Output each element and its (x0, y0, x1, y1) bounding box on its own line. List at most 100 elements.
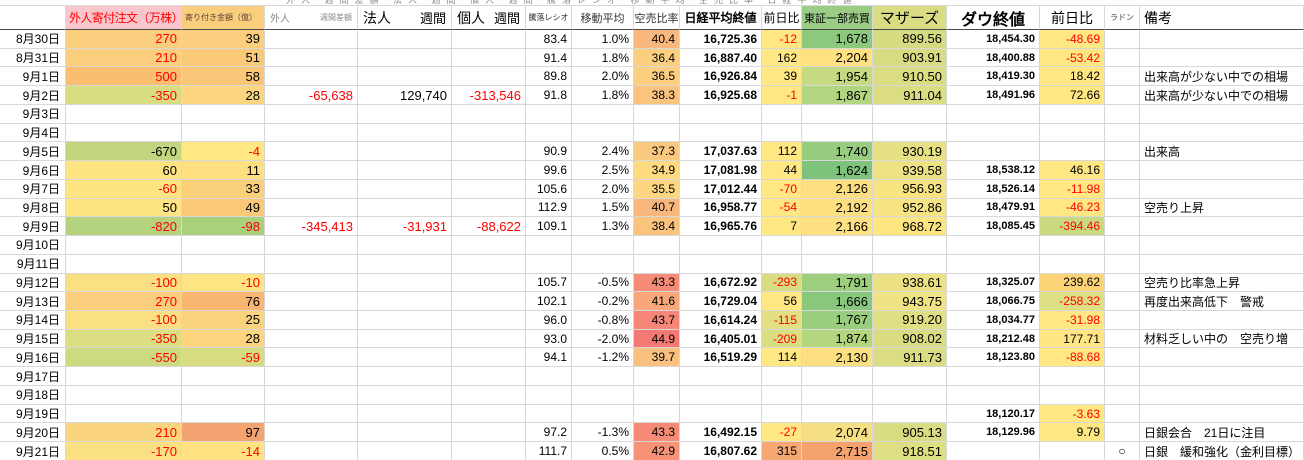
cell-fo[interactable]: 60 (66, 161, 182, 180)
cell-wi[interactable] (452, 30, 526, 49)
cell-fo[interactable] (66, 105, 182, 124)
cell-dchg[interactable]: 239.62 (1040, 274, 1105, 293)
cell-mo[interactable]: 930.19 (873, 142, 947, 161)
cell-wi[interactable] (452, 348, 526, 367)
cell-wf[interactable] (265, 180, 358, 199)
cell-wc[interactable] (358, 142, 452, 161)
cell-dow[interactable]: 18,538.12 (947, 161, 1040, 180)
cell-oa[interactable]: 28 (182, 330, 265, 349)
cell-wf[interactable] (265, 311, 358, 330)
cell-tse[interactable]: 2,166 (802, 217, 873, 236)
cell-radon[interactable] (1105, 199, 1140, 218)
cell-note[interactable] (1140, 161, 1304, 180)
cell-wc[interactable] (358, 30, 452, 49)
cell-sr[interactable] (634, 124, 680, 143)
cell-radon[interactable] (1105, 386, 1140, 405)
cell-note[interactable]: 日銀 緩和強化（金利目標） (1140, 442, 1304, 460)
cell-note[interactable] (1140, 255, 1304, 274)
cell-ratio[interactable]: 109.1 (526, 217, 572, 236)
cell-wc[interactable] (358, 311, 452, 330)
cell-wc[interactable] (358, 367, 452, 386)
cell-wc[interactable] (358, 386, 452, 405)
cell-nk[interactable]: 16,405.01 (680, 330, 762, 349)
cell-note[interactable]: 空売り上昇 (1140, 199, 1304, 218)
header-weekly-foreign[interactable]: 外人 週間差額 (265, 6, 358, 30)
cell-mo[interactable]: 918.51 (873, 442, 947, 460)
cell-note[interactable]: 空売り比率急上昇 (1140, 274, 1304, 293)
cell-wi[interactable] (452, 105, 526, 124)
cell-fo[interactable]: 270 (66, 292, 182, 311)
cell-dow[interactable] (947, 255, 1040, 274)
cell-ma[interactable]: 0.5% (572, 442, 634, 460)
cell-mo[interactable]: 938.61 (873, 274, 947, 293)
cell-ratio[interactable]: 94.1 (526, 348, 572, 367)
cell-sr[interactable] (634, 255, 680, 274)
cell-chg[interactable]: 7 (762, 217, 802, 236)
cell-wc[interactable] (358, 180, 452, 199)
cell-radon[interactable] (1105, 105, 1140, 124)
cell-oa[interactable]: -59 (182, 348, 265, 367)
cell-wf[interactable] (265, 142, 358, 161)
cell-ma[interactable]: -0.2% (572, 292, 634, 311)
cell-mo[interactable] (873, 405, 947, 424)
cell-fo[interactable]: 50 (66, 199, 182, 218)
cell-wi[interactable] (452, 292, 526, 311)
cell-tse[interactable]: 1,740 (802, 142, 873, 161)
row-date[interactable]: 9月4日 (0, 124, 66, 143)
cell-radon[interactable] (1105, 292, 1140, 311)
cell-ma[interactable] (572, 255, 634, 274)
cell-radon[interactable] (1105, 236, 1140, 255)
cell-ratio[interactable] (526, 367, 572, 386)
cell-dchg[interactable]: 46.16 (1040, 161, 1105, 180)
cell-tse[interactable]: 2,192 (802, 199, 873, 218)
cell-wi[interactable] (452, 67, 526, 86)
cell-fo[interactable] (66, 405, 182, 424)
cell-wc[interactable] (358, 236, 452, 255)
cell-radon[interactable] (1105, 124, 1140, 143)
row-date[interactable]: 9月14日 (0, 311, 66, 330)
cell-chg[interactable]: 315 (762, 442, 802, 460)
cell-sr[interactable]: 43.3 (634, 423, 680, 442)
cell-dchg[interactable]: 9.79 (1040, 423, 1105, 442)
cell-ma[interactable]: -1.3% (572, 423, 634, 442)
cell-note[interactable]: 出来高が少ない中での相場 (1140, 86, 1304, 105)
cell-ma[interactable] (572, 105, 634, 124)
header-weekly-individual[interactable]: 個人 週間 (452, 6, 526, 30)
cell-ratio[interactable] (526, 405, 572, 424)
cell-ratio[interactable]: 91.8 (526, 86, 572, 105)
cell-dchg[interactable] (1040, 386, 1105, 405)
cell-dow[interactable] (947, 236, 1040, 255)
cell-radon[interactable] (1105, 348, 1140, 367)
cell-dchg[interactable] (1040, 124, 1105, 143)
cell-radon[interactable]: ○ (1105, 442, 1140, 460)
header-dow-close[interactable]: ダウ終値 (947, 6, 1040, 30)
cell-fo[interactable] (66, 386, 182, 405)
cell-ma[interactable]: 2.0% (572, 180, 634, 199)
cell-tse[interactable]: 2,130 (802, 348, 873, 367)
cell-wi[interactable] (452, 124, 526, 143)
cell-wf[interactable] (265, 405, 358, 424)
cell-radon[interactable] (1105, 161, 1140, 180)
cell-ma[interactable] (572, 405, 634, 424)
header-nikkei-close[interactable]: 日経平均終値 (680, 6, 762, 30)
cell-nk[interactable] (680, 367, 762, 386)
cell-fo[interactable]: 270 (66, 30, 182, 49)
cell-tse[interactable] (802, 255, 873, 274)
header-foreign-order[interactable]: 外人寄付注文（万株） (66, 6, 182, 30)
cell-mo[interactable]: 956.93 (873, 180, 947, 199)
cell-note[interactable] (1140, 348, 1304, 367)
cell-dow[interactable]: 18,526.14 (947, 180, 1040, 199)
cell-wi[interactable] (452, 199, 526, 218)
cell-mo[interactable]: 952.86 (873, 199, 947, 218)
cell-ma[interactable]: -1.2% (572, 348, 634, 367)
cell-sr[interactable]: 40.4 (634, 30, 680, 49)
cell-radon[interactable] (1105, 49, 1140, 68)
cell-wi[interactable] (452, 442, 526, 460)
cell-sr[interactable]: 43.7 (634, 311, 680, 330)
cell-wf[interactable] (265, 423, 358, 442)
cell-wc[interactable] (358, 405, 452, 424)
cell-chg[interactable] (762, 405, 802, 424)
cell-tse[interactable]: 2,126 (802, 180, 873, 199)
cell-sr[interactable]: 35.5 (634, 180, 680, 199)
cell-radon[interactable] (1105, 180, 1140, 199)
